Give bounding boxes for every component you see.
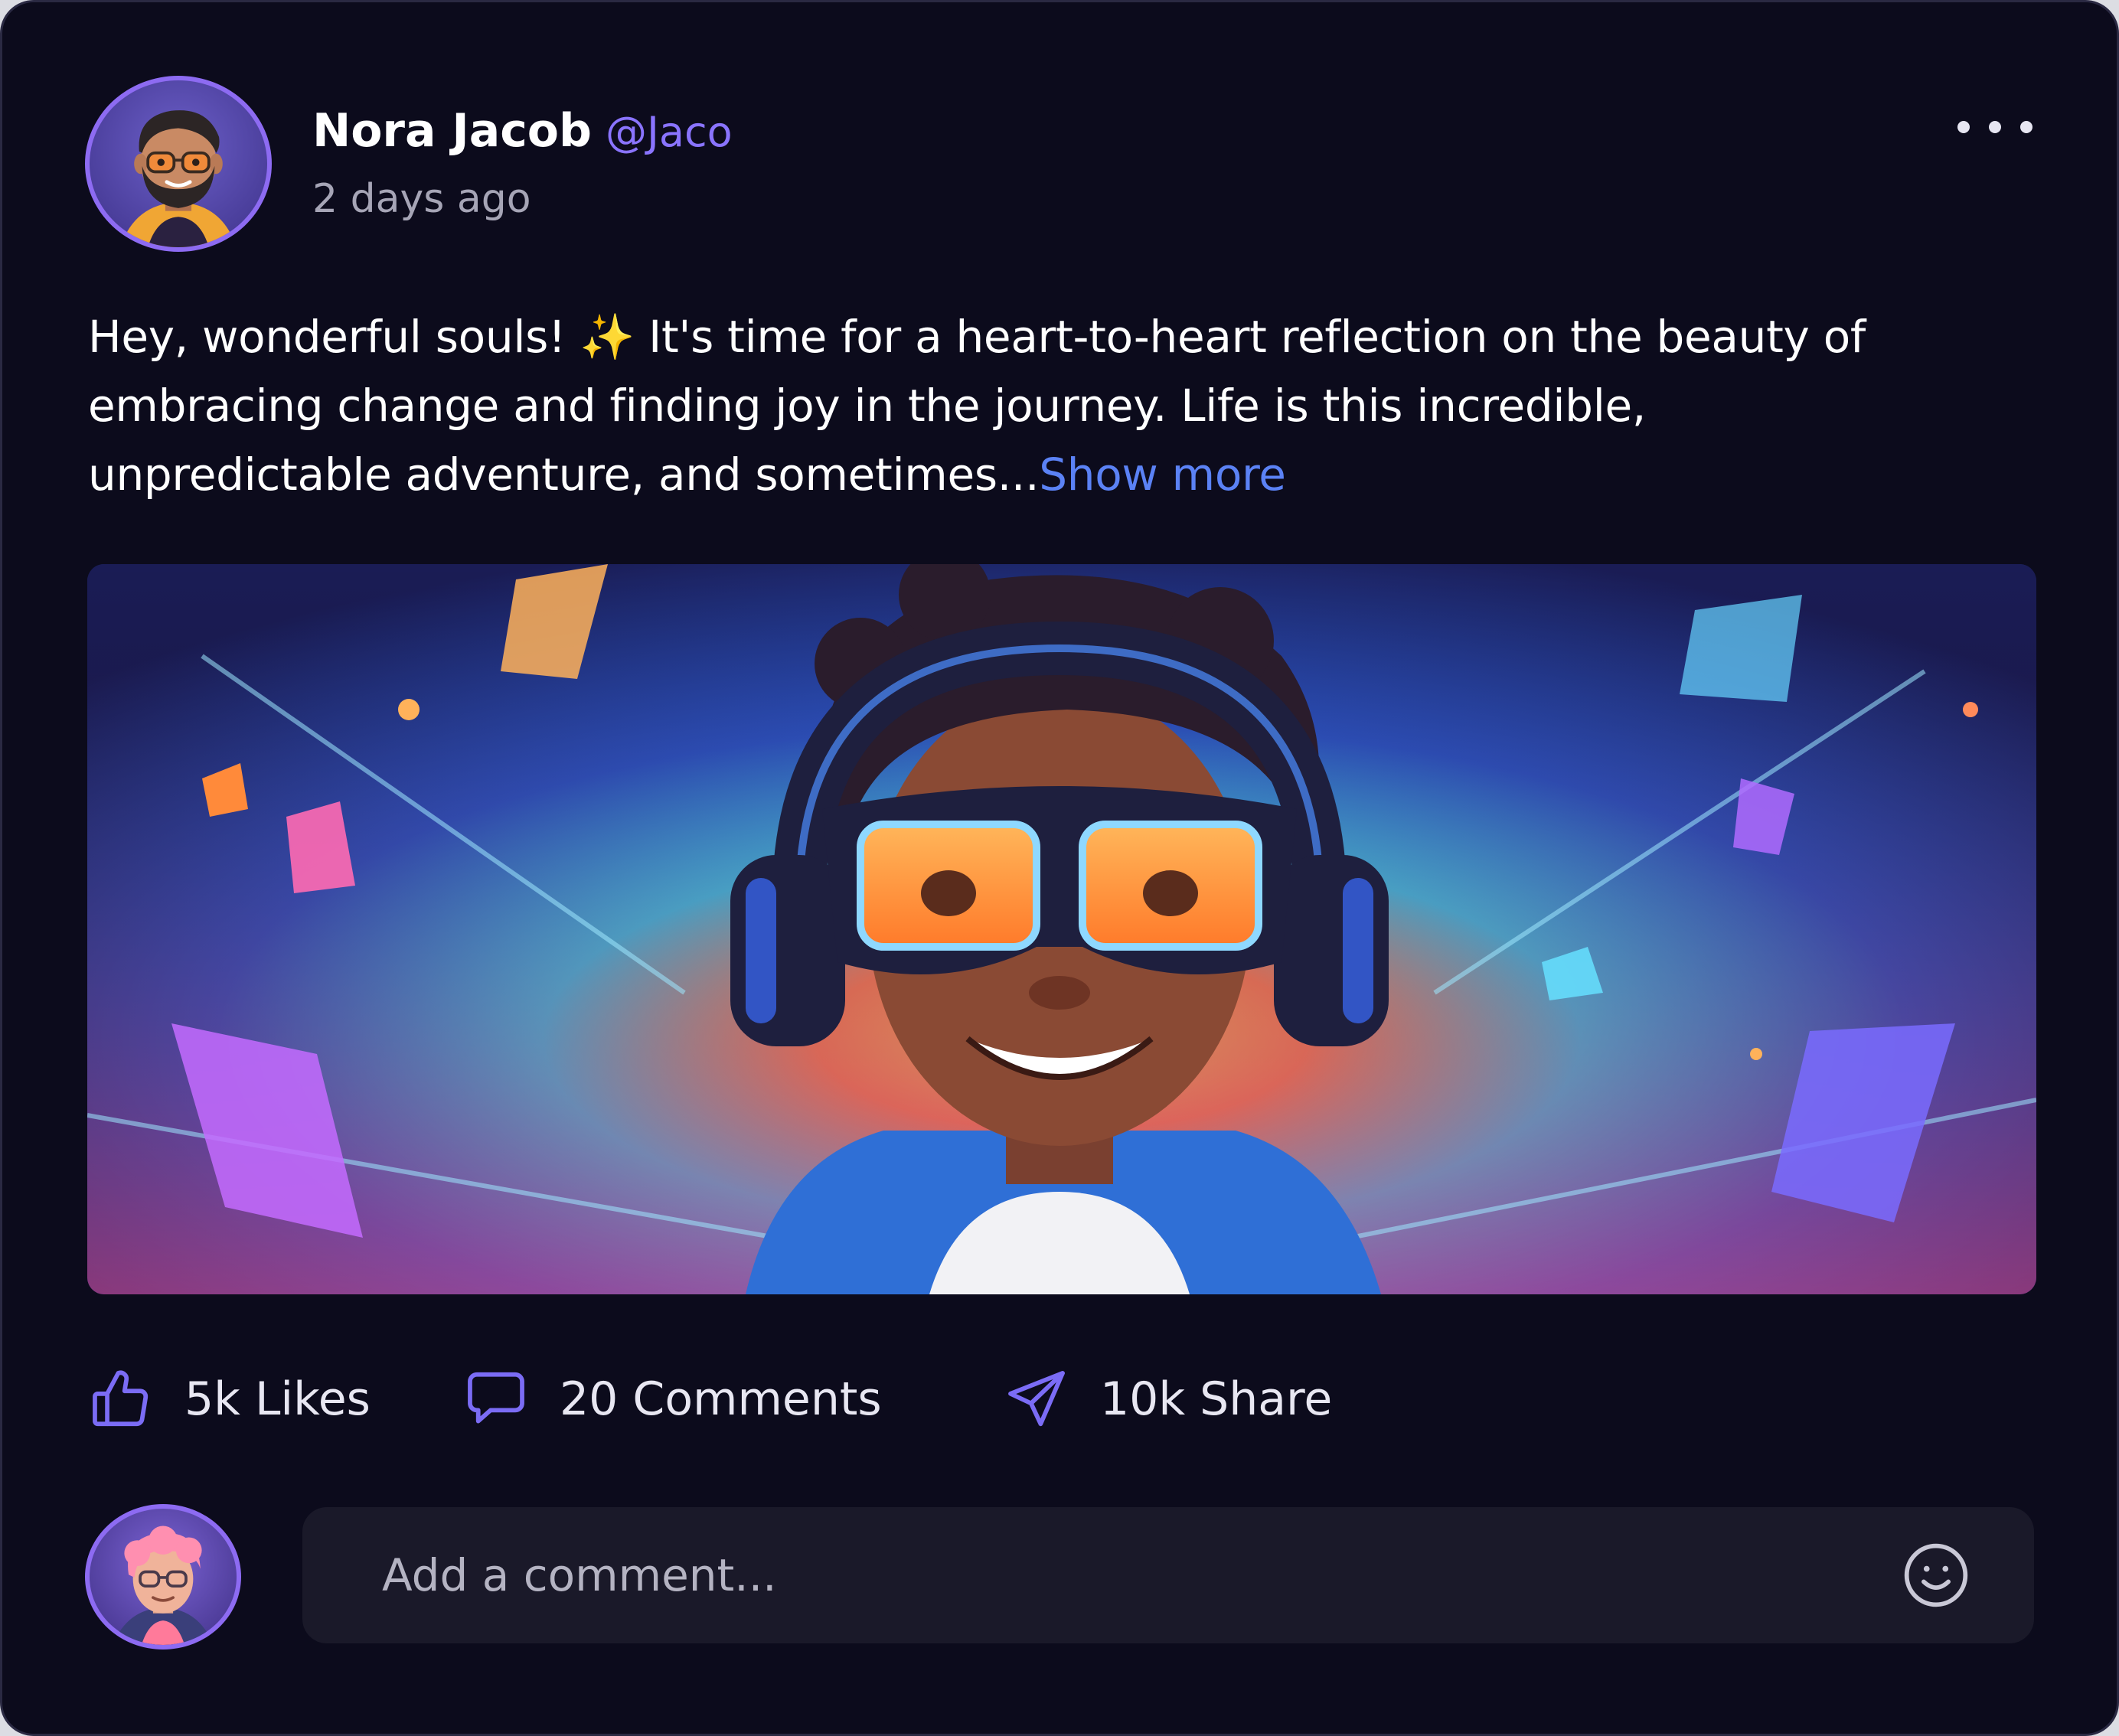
author-avatar[interactable] [85,76,272,252]
post-text-line: unpredictable adventure, and sometimes..… [88,449,1040,501]
post-text: Hey, wonderful souls! ✨ It's time for a … [88,302,2048,509]
share-count: 10k Share [1100,1372,1333,1426]
current-user-avatar[interactable] [85,1504,241,1650]
boy-with-headphones-illustration [87,564,2036,1294]
author-handle[interactable]: @Jaco [606,108,733,156]
comment-input[interactable] [302,1507,1901,1643]
likes-count: 5k Likes [184,1372,371,1426]
share-button[interactable]: 10k Share [1004,1365,1332,1434]
post-text-line: embracing change and finding joy in the … [88,380,1647,432]
comment-box [302,1507,2034,1643]
comment-button[interactable]: 20 Comments [463,1365,882,1434]
bearded-man-avatar-icon [120,110,237,247]
show-more-link[interactable]: Show more [1039,449,1286,501]
post-text-line-last: unpredictable adventure, and sometimes..… [88,440,2048,509]
comments-count: 20 Comments [560,1372,882,1426]
send-icon [1008,1371,1065,1427]
post-card: Nora Jacob @Jaco 2 days ago Hey, wonderfu… [0,0,2119,1736]
thumbs-up-icon [93,1370,149,1427]
author-name-row: Nora Jacob @Jaco [312,100,733,163]
like-button[interactable]: 5k Likes [88,1365,371,1434]
author-name[interactable]: Nora Jacob [312,104,592,158]
more-horizontal-icon [1957,121,1970,133]
comment-bubble-icon [468,1372,524,1424]
more-horizontal-icon [1989,121,2001,133]
more-horizontal-icon [2020,121,2032,133]
user-avatar-icon [113,1526,214,1645]
smiley-face-icon[interactable] [1901,1540,1971,1610]
post-timestamp: 2 days ago [312,176,531,222]
more-options-button[interactable] [1953,108,2037,146]
post-text-line: Hey, wonderful souls! ✨ It's time for a … [88,311,1866,363]
post-image[interactable] [87,564,2036,1294]
